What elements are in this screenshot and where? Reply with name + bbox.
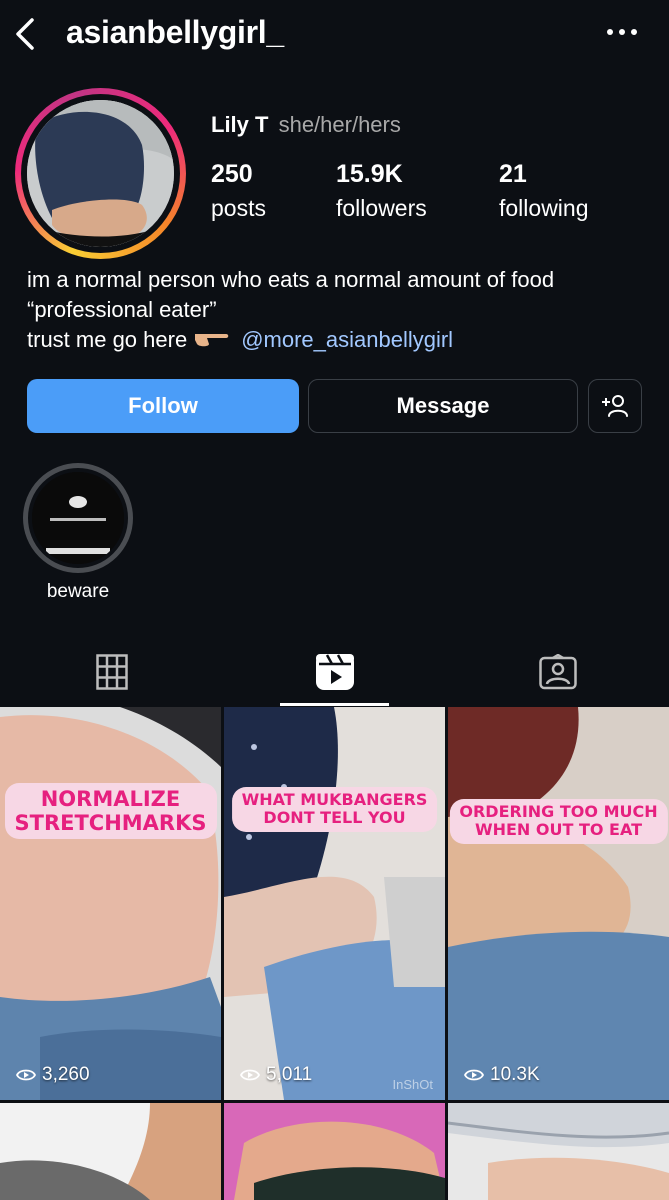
more-options-button[interactable] [605, 22, 639, 42]
reel-thumbnail[interactable] [448, 1103, 669, 1200]
play-count-icon [240, 1069, 260, 1081]
reel-caption-overlay: WHAT MUKBANGERS DONT TELL YOU [231, 787, 438, 832]
pointing-hand-icon [193, 326, 229, 356]
suggest-users-button[interactable] [588, 379, 642, 433]
stat-followers[interactable]: 15.9K followers [336, 160, 427, 222]
bio-link-account[interactable]: @more_asianbellygirl [241, 327, 453, 352]
stat-value: 15.9K [336, 160, 403, 188]
play-count-icon [464, 1069, 484, 1081]
tab-reels[interactable] [223, 638, 446, 706]
watermark: InShOt [392, 1077, 433, 1092]
view-count-text: 3,260 [42, 1064, 90, 1085]
reel-caption-overlay: ORDERING TOO MUCH WHEN OUT TO EAT [449, 799, 668, 844]
stat-value: 21 [499, 160, 527, 188]
message-button[interactable]: Message [308, 379, 578, 433]
add-user-icon [602, 395, 628, 417]
caption-line: STRETCHMARKS [14, 811, 207, 836]
stat-label: posts [211, 195, 266, 221]
bio-line: trust me go here @more_asianbellygirl [27, 325, 647, 356]
profile-username: asianbellygirl_ [66, 14, 284, 50]
stat-label: following [499, 195, 589, 221]
bio-line: “professional eater” [27, 297, 217, 322]
reel-thumbnail[interactable] [0, 1103, 221, 1200]
tab-posts-grid[interactable] [0, 638, 223, 706]
stat-following[interactable]: 21 following [499, 160, 589, 222]
avatar-story-ring[interactable] [15, 88, 186, 259]
follow-button[interactable]: Follow [27, 379, 299, 433]
highlight-cover [32, 472, 124, 564]
reel-view-count: 5,011 [240, 1064, 312, 1086]
active-tab-indicator [280, 703, 389, 706]
chevron-left-icon [16, 18, 34, 50]
caption-line: DONT TELL YOU [263, 808, 406, 828]
more-horizontal-icon [607, 29, 637, 35]
bio-line: im a normal person who eats a normal amo… [27, 267, 555, 292]
reel-thumbnail[interactable]: NORMALIZE STRETCHMARKS 3,260 [0, 707, 221, 1100]
reel-view-count: 10.3K [464, 1064, 540, 1086]
pronouns: she/her/hers [278, 112, 401, 137]
reel-thumbnail[interactable]: WHAT MUKBANGERS DONT TELL YOU 5,011 InSh… [224, 707, 445, 1100]
highlight-label: beware [46, 581, 110, 602]
back-button[interactable] [12, 16, 42, 52]
bio-text: trust me go here [27, 327, 188, 352]
story-highlight[interactable]: beware [23, 463, 133, 603]
reel-caption-overlay: NORMALIZE STRETCHMARKS [4, 783, 217, 840]
tab-tagged[interactable] [446, 638, 669, 706]
view-count-text: 5,011 [266, 1064, 313, 1085]
profile-name-row: Lily T she/her/hers [211, 112, 401, 138]
bio: im a normal person who eats a normal amo… [27, 265, 647, 356]
caption-line: WHAT MUKBANGERS [241, 790, 428, 809]
profile-page: asianbellygirl_ Lily T she/her/hers 250 … [0, 0, 669, 1200]
caption-line: WHEN OUT TO EAT [474, 820, 643, 840]
stat-value: 250 [211, 160, 253, 188]
avatar [27, 100, 174, 247]
tagged-icon [538, 654, 577, 690]
top-bar: asianbellygirl_ [0, 0, 669, 72]
caption-line: NORMALIZE [40, 787, 181, 811]
reel-view-count: 3,260 [16, 1064, 90, 1086]
profile-tabs [0, 638, 669, 706]
view-count-text: 10.3K [490, 1064, 540, 1085]
display-name: Lily T [211, 112, 269, 137]
play-count-icon [16, 1069, 36, 1081]
stat-posts[interactable]: 250 posts [211, 160, 266, 222]
reels-grid: NORMALIZE STRETCHMARKS 3,260 WHAT MUKBAN… [0, 707, 669, 1200]
stat-label: followers [336, 195, 427, 221]
reel-thumbnail[interactable] [224, 1103, 445, 1200]
caption-line: ORDERING TOO MUCH [459, 802, 658, 821]
reels-icon [315, 654, 354, 690]
reel-thumbnail[interactable]: ORDERING TOO MUCH WHEN OUT TO EAT 10.3K [448, 707, 669, 1100]
grid-icon [95, 654, 128, 690]
